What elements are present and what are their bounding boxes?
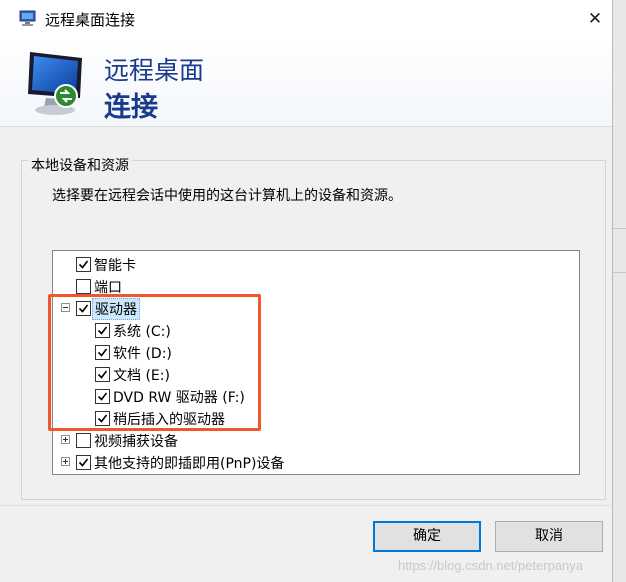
- tree-item-pnp-devices[interactable]: 其他支持的即插即用(PnP)设备: [53, 452, 579, 474]
- checkbox[interactable]: [76, 279, 91, 294]
- tree-item-video-capture[interactable]: 视频捕获设备: [53, 430, 579, 452]
- tree-item-label: 视频捕获设备: [94, 434, 178, 450]
- dialog-header: 远程桌面 连接: [0, 38, 612, 127]
- group-title: 本地设备和资源: [28, 155, 132, 175]
- remote-desktop-dialog: 远程桌面连接 ✕ 远程桌面 连接 本地设备和资源 选择要在远程会话中使用的这台计…: [0, 0, 613, 582]
- cancel-button[interactable]: 取消: [495, 521, 603, 552]
- checkbox[interactable]: [76, 455, 91, 470]
- tree-item-smartcard[interactable]: 智能卡: [53, 254, 579, 276]
- checkbox[interactable]: [76, 433, 91, 448]
- annotation-highlight-box: [48, 294, 261, 431]
- expand-icon[interactable]: [61, 435, 70, 444]
- remote-desktop-icon: [18, 10, 38, 28]
- window-title: 远程桌面连接: [45, 11, 136, 29]
- background-window-edge: [612, 0, 626, 582]
- header-title-line2: 连接: [104, 92, 158, 123]
- ok-button[interactable]: 确定: [373, 521, 481, 552]
- expand-icon[interactable]: [61, 457, 70, 466]
- title-bar: 远程桌面连接 ✕: [0, 0, 612, 38]
- monitor-icon: [24, 48, 90, 118]
- header-title-line1: 远程桌面: [104, 56, 205, 85]
- footer-divider: [0, 505, 612, 506]
- tree-item-label: 智能卡: [94, 258, 136, 274]
- close-icon[interactable]: ✕: [584, 8, 606, 30]
- tree-item-label: 其他支持的即插即用(PnP)设备: [94, 456, 285, 472]
- checkbox[interactable]: [76, 257, 91, 272]
- watermark: https://blog.csdn.net/peterpanya: [398, 558, 584, 573]
- group-description: 选择要在远程会话中使用的这台计算机上的设备和资源。: [52, 188, 402, 204]
